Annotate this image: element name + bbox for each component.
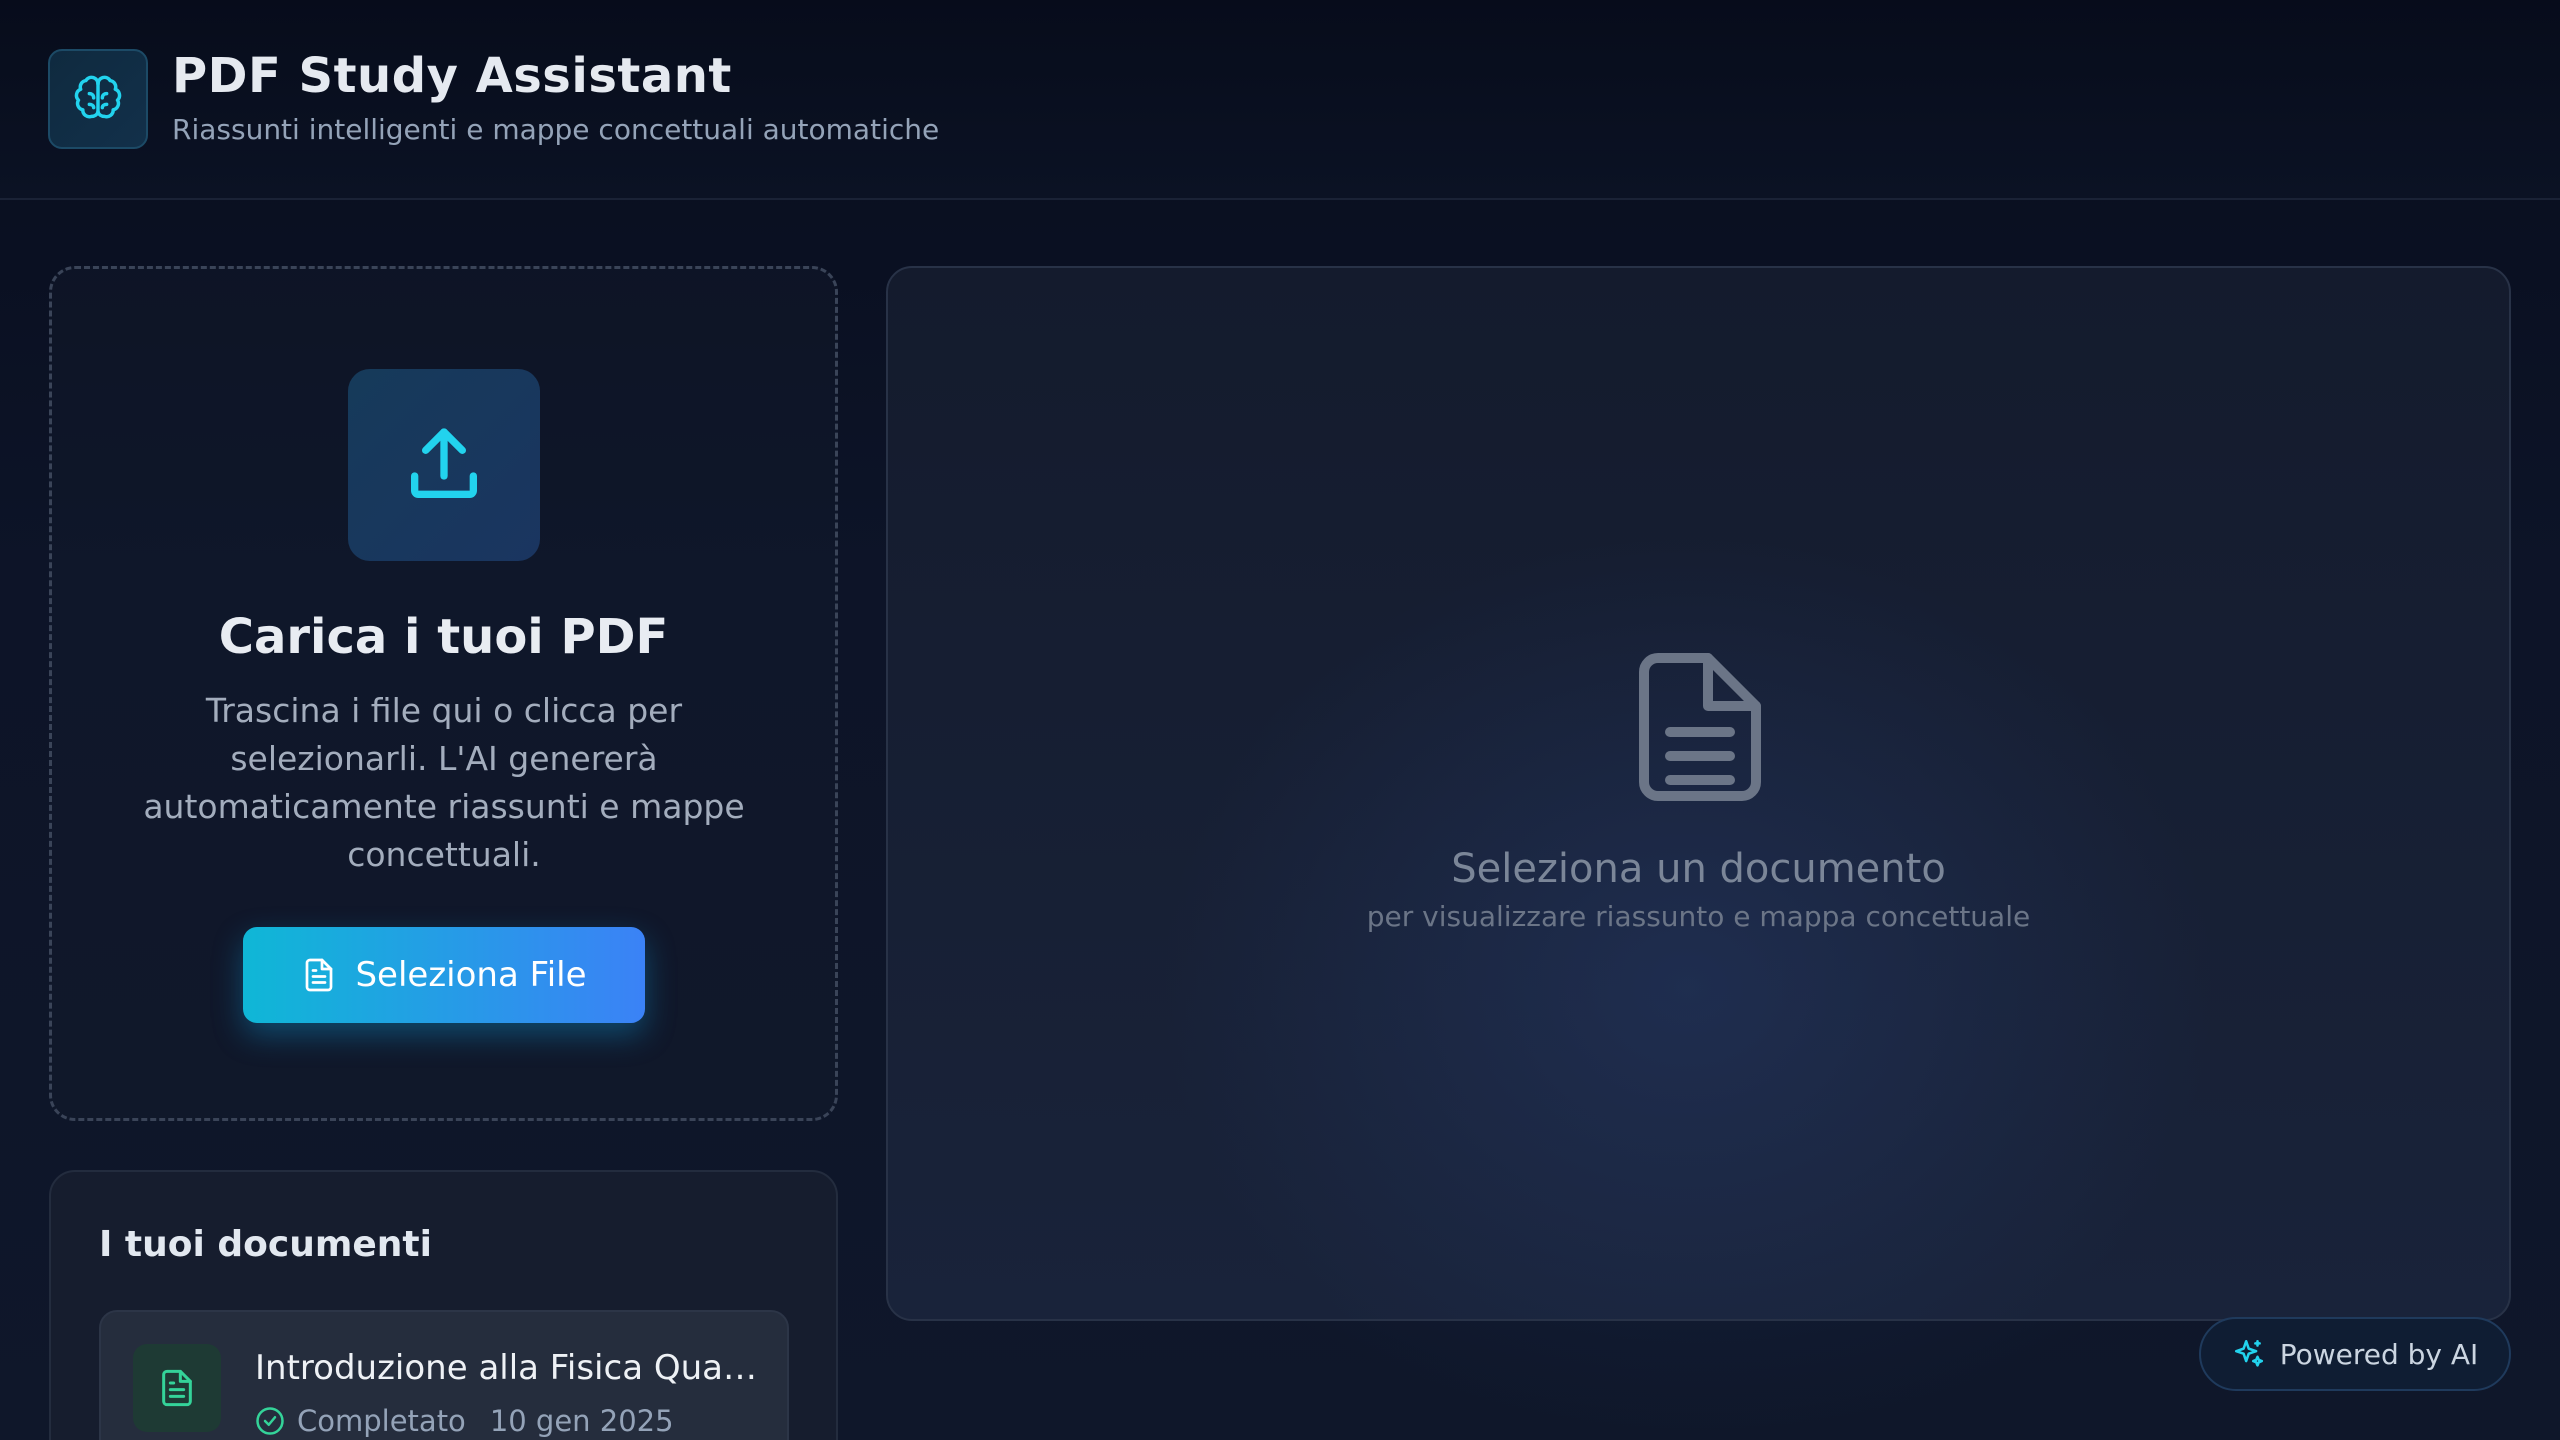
- document-list-item[interactable]: Introduzione alla Fisica Quantistica Com…: [99, 1310, 789, 1440]
- sparkles-icon: [2234, 1339, 2263, 1367]
- upload-title: Carica i tuoi PDF: [218, 609, 669, 665]
- check-circle-icon: [256, 1407, 284, 1435]
- document-date: 10 gen 2025: [489, 1404, 674, 1438]
- powered-by-ai-badge: Powered by AI: [2199, 1317, 2511, 1391]
- documents-title: I tuoi documenti: [99, 1224, 432, 1265]
- document-name: Introduzione alla Fisica Quantistica: [255, 1348, 765, 1388]
- document-status: Completato: [297, 1404, 466, 1438]
- powered-by-ai-label: Powered by AI: [2279, 1337, 2479, 1371]
- document-meta: Completato 10 gen 2025: [255, 1404, 674, 1438]
- app-subtitle: Riassunti intelligenti e mappe concettua…: [172, 113, 940, 146]
- file-text-icon: [162, 1369, 192, 1407]
- select-file-button[interactable]: Seleziona File: [243, 927, 645, 1023]
- brain-icon: [74, 75, 122, 119]
- empty-state-title: Seleziona un documento: [1451, 846, 1946, 892]
- document-viewer-panel: Seleziona un documento per visualizzare …: [886, 266, 2511, 1321]
- app-header: PDF Study Assistant Riassunti intelligen…: [0, 0, 2560, 200]
- upload-description: Trascina i file qui o clicca per selezio…: [143, 691, 745, 874]
- upload-icon: [411, 428, 477, 498]
- document-icon-container: [133, 1344, 221, 1432]
- file-icon: [306, 958, 333, 992]
- app-logo: [48, 49, 148, 149]
- document-icon: [1639, 653, 1761, 801]
- upload-icon-container: [348, 369, 540, 561]
- select-file-label: Seleziona File: [355, 955, 587, 995]
- documents-panel: I tuoi documenti Introduzione alla Fisic…: [49, 1170, 838, 1440]
- app-title: PDF Study Assistant: [172, 48, 732, 104]
- empty-state-subtitle: per visualizzare riassunto e mappa conce…: [1366, 900, 2031, 933]
- upload-dropzone[interactable]: Carica i tuoi PDF Trascina i file qui o …: [49, 266, 838, 1121]
